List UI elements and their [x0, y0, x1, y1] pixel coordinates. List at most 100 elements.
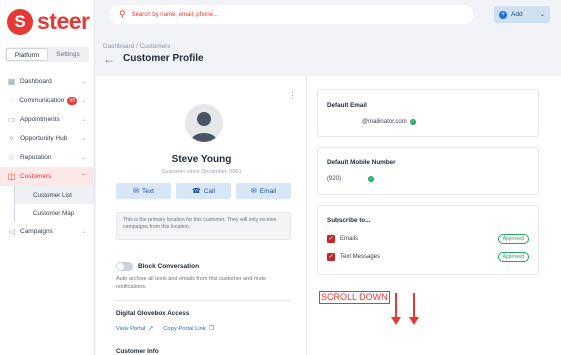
sidebar-item-label: Dashboard	[20, 78, 52, 85]
chevron-down-icon: ⌄	[80, 136, 86, 142]
tab-settings[interactable]: Settings	[48, 48, 88, 61]
lightbulb-icon: ✧	[8, 134, 15, 143]
dashboard-icon: ▦	[7, 77, 16, 86]
verified-check-icon: ✓	[368, 176, 375, 182]
sidebar-item-appointments[interactable]: ▭ Appointments ⌄	[0, 110, 94, 129]
avatar	[185, 104, 223, 142]
logo-text: steer	[37, 8, 90, 34]
sidebar-item-customers[interactable]: ◫ Customers ⌃	[0, 167, 94, 186]
view-portal-label: View Portal	[116, 326, 146, 332]
checkbox-checked-icon[interactable]: ✓	[327, 253, 335, 261]
message-icon: ✉	[133, 188, 139, 195]
subscription-emails[interactable]: ✓ Emails Approved	[327, 234, 529, 244]
block-conversation-label: Block Conversation	[138, 263, 200, 270]
sidebar: S steer Platform Settings ▦ Dashboard ⌄ …	[0, 0, 95, 355]
sidebar-nav: ▦ Dashboard ⌄ ◌ Communication 99 ⌄ ▭ App…	[0, 72, 94, 241]
customer-name: Steve Young	[171, 154, 232, 165]
primary-location-notice: This is the primary location for this cu…	[116, 212, 291, 240]
copy-portal-label: Copy Portal Link	[163, 326, 206, 332]
checkbox-checked-icon[interactable]: ✓	[327, 235, 335, 243]
chevron-down-icon: ⌄	[80, 155, 86, 161]
search-placeholder: Search by name, email, phone...	[131, 11, 218, 18]
plus-icon: +	[499, 10, 507, 19]
block-conversation-description: Auto archive all texts and emails from t…	[116, 276, 267, 290]
default-mobile-value: (920) ✓	[327, 176, 375, 182]
subscription-label: Emails	[340, 236, 359, 242]
steer-logo[interactable]: S steer	[7, 8, 90, 35]
text-button[interactable]: ✉ Text	[116, 183, 171, 199]
top-bar: ⚲ Search by name, email, phone... + Add …	[96, 0, 561, 30]
sidebar-item-label: Campaigns	[20, 228, 53, 235]
sidebar-item-label: Appointments	[20, 116, 60, 123]
customer-profile-panel: ⋮ Steve Young Customer since December, 0…	[96, 76, 561, 355]
unread-badge: 99	[67, 96, 77, 105]
sidebar-item-campaigns[interactable]: ◁ Campaigns ⌄	[0, 222, 94, 241]
person-icon	[191, 112, 217, 142]
search-icon: ⚲	[119, 9, 126, 19]
contact-actions: ✉ Text ☎ Call ✉ Email	[116, 183, 291, 199]
add-label: Add	[511, 11, 523, 18]
call-button-label: Call	[203, 187, 215, 195]
copy-icon: ❐	[208, 326, 215, 332]
default-email-card: Default Email @mailinator.com ✓	[317, 89, 539, 137]
subscription-text-messages[interactable]: ✓ Text Messages Approved	[327, 252, 529, 262]
star-icon: ☆	[7, 153, 16, 162]
down-arrow-icon	[409, 293, 419, 325]
verified-check-icon: ✓	[409, 119, 416, 125]
more-options-icon[interactable]: ⋮	[288, 90, 297, 101]
sidebar-item-customer-list[interactable]: Customer List	[14, 186, 94, 204]
page-title: Customer Profile	[123, 53, 204, 64]
external-link-icon: ↗	[148, 326, 154, 332]
back-arrow-icon[interactable]: ←	[103, 52, 115, 66]
email-button[interactable]: ✉ Email	[236, 183, 291, 199]
sidebar-item-reputation[interactable]: ☆ Reputation ⌄	[0, 148, 94, 167]
text-button-label: Text	[141, 187, 154, 195]
mail-icon: ✉	[250, 188, 257, 195]
subscribe-title: Subscribe to...	[327, 217, 371, 224]
default-mobile-card: Default Mobile Number (920) ✓	[317, 147, 539, 195]
customer-since: Customer since December, 0001	[161, 169, 242, 175]
toggle-knob	[117, 263, 124, 270]
profile-column: ⋮ Steve Young Customer since December, 0…	[96, 76, 307, 355]
add-button[interactable]: + Add ⌄	[494, 6, 550, 23]
subscription-label: Text Messages	[340, 254, 381, 260]
scroll-down-annotation: SCROLL DOWN	[319, 291, 390, 304]
chevron-down-icon: ⌄	[539, 12, 545, 18]
approved-badge: Approved	[497, 252, 529, 262]
sidebar-item-label: Opportunity Hub	[20, 135, 68, 142]
tab-platform[interactable]: Platform	[6, 48, 48, 61]
logo-mark: S	[7, 8, 33, 35]
chevron-down-icon: ⌄	[80, 98, 86, 104]
view-portal-link[interactable]: View Portal ↗	[116, 325, 153, 332]
default-email-title: Default Email	[327, 102, 367, 109]
default-email-value: @mailinator.com ✓	[362, 119, 416, 125]
glovebox-title: Digital Glovebox Access	[116, 310, 190, 317]
subscribe-card: Subscribe to... ✓ Emails Approved ✓ Text…	[317, 205, 539, 275]
sidebar-item-dashboard[interactable]: ▦ Dashboard ⌄	[0, 72, 94, 91]
megaphone-icon: ◁	[8, 227, 15, 236]
sidebar-item-customer-map[interactable]: Customer Map	[14, 204, 94, 222]
chat-icon: ◌	[8, 96, 14, 105]
search-input[interactable]: ⚲ Search by name, email, phone...	[110, 5, 473, 24]
chevron-up-icon: ⌃	[80, 174, 86, 180]
divider	[116, 300, 291, 301]
email-text: @mailinator.com	[362, 119, 407, 125]
sidebar-item-communication[interactable]: ◌ Communication 99 ⌄	[0, 91, 94, 110]
chevron-down-icon: ⌄	[80, 117, 86, 123]
copy-portal-link[interactable]: Copy Portal Link ❐	[163, 325, 214, 332]
customer-info-title: Customer Info	[116, 348, 159, 355]
sidebar-item-opportunity-hub[interactable]: ✧ Opportunity Hub ⌄	[0, 129, 94, 148]
breadcrumb[interactable]: Dashboard / Customers	[103, 43, 171, 50]
chevron-down-icon: ⌄	[80, 79, 86, 85]
chevron-down-icon: ⌄	[80, 229, 86, 235]
sidebar-item-label: Reputation	[20, 154, 52, 161]
users-icon: ◫	[7, 172, 16, 181]
block-conversation-toggle[interactable]	[116, 262, 133, 271]
calendar-icon: ▭	[7, 115, 16, 124]
call-button[interactable]: ☎ Call	[176, 183, 231, 199]
glovebox-links: View Portal ↗ Copy Portal Link ❐	[116, 325, 214, 332]
approved-badge: Approved	[497, 234, 529, 244]
phone-text: (920)	[327, 176, 342, 182]
phone-icon: ☎	[192, 188, 201, 195]
down-arrow-icon	[391, 293, 401, 325]
